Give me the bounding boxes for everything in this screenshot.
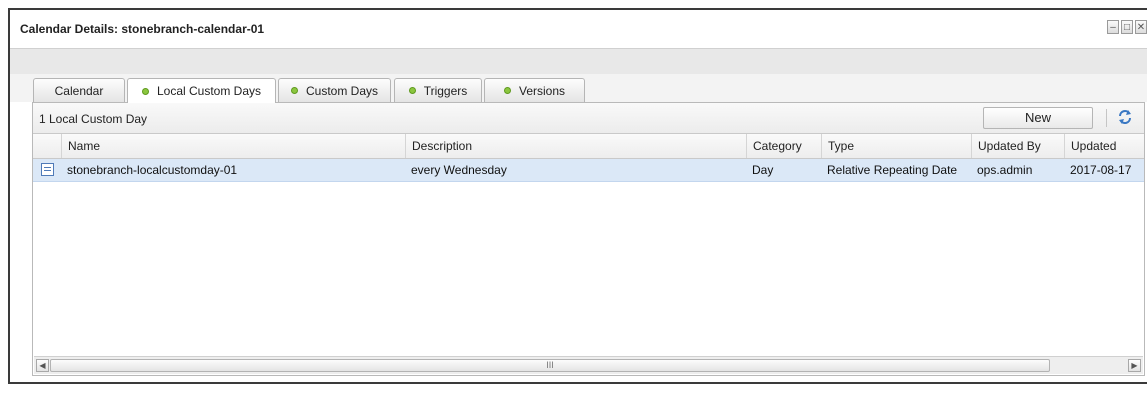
new-button[interactable]: New bbox=[983, 107, 1093, 129]
scrollbar-thumb[interactable]: III bbox=[50, 359, 1050, 372]
table-header: Name Description Category Type Updated B… bbox=[33, 134, 1144, 159]
status-dot-icon bbox=[290, 87, 298, 94]
column-header-description[interactable]: Description bbox=[405, 134, 746, 158]
tab-local-custom-days[interactable]: Local Custom Days bbox=[127, 78, 276, 103]
scrollbar-grip: III bbox=[546, 360, 554, 370]
status-dot-icon bbox=[141, 87, 149, 95]
cell-updated: 2017-08-17 bbox=[1070, 163, 1132, 177]
toolbar-strip bbox=[10, 48, 1147, 75]
tab-versions[interactable]: Versions bbox=[484, 78, 585, 102]
column-header-category[interactable]: Category bbox=[746, 134, 821, 158]
custom-day-icon bbox=[41, 163, 54, 176]
toolbar-divider bbox=[1106, 109, 1107, 127]
cell-description: every Wednesday bbox=[411, 163, 507, 177]
tab-custom-days[interactable]: Custom Days bbox=[278, 78, 391, 102]
tab-label: Triggers bbox=[423, 83, 468, 98]
refresh-icon[interactable] bbox=[1116, 108, 1134, 126]
cell-type: Relative Repeating Date bbox=[827, 163, 958, 177]
status-dot-icon bbox=[503, 87, 511, 94]
tab-triggers[interactable]: Triggers bbox=[394, 78, 482, 102]
record-count: 1 Local Custom Day bbox=[39, 112, 148, 126]
cell-updated-by: ops.admin bbox=[977, 163, 1033, 177]
close-button[interactable]: ✕ bbox=[1135, 20, 1147, 34]
tab-label: Calendar bbox=[54, 83, 104, 98]
panel-header: 1 Local Custom Day New bbox=[33, 103, 1144, 134]
tab-label: Custom Days bbox=[305, 83, 379, 98]
column-header-type[interactable]: Type bbox=[821, 134, 971, 158]
tab-calendar[interactable]: Calendar bbox=[33, 78, 125, 102]
scroll-right-arrow-icon[interactable]: ▶ bbox=[1128, 359, 1141, 372]
cell-name: stonebranch-localcustomday-01 bbox=[67, 163, 238, 177]
local-custom-days-panel: 1 Local Custom Day New Name Description … bbox=[32, 102, 1145, 376]
tab-bar: Calendar Local Custom Days Custom Days T… bbox=[10, 74, 1147, 103]
window-controls: – □ ✕ bbox=[1107, 20, 1147, 34]
title-bar: Calendar Details: stonebranch-calendar-0… bbox=[10, 10, 1147, 48]
table-row[interactable]: stonebranch-localcustomday-01 every Wedn… bbox=[33, 159, 1144, 182]
cell-category: Day bbox=[752, 163, 774, 177]
minimize-button[interactable]: – bbox=[1107, 20, 1119, 34]
column-header-name[interactable]: Name bbox=[61, 134, 405, 158]
column-header-updated[interactable]: Updated bbox=[1064, 134, 1146, 158]
tab-label: Local Custom Days bbox=[156, 84, 262, 98]
maximize-button[interactable]: □ bbox=[1121, 20, 1133, 34]
window-title: Calendar Details: stonebranch-calendar-0… bbox=[20, 22, 265, 36]
status-dot-icon bbox=[408, 87, 416, 94]
horizontal-scrollbar[interactable]: ◀ III ▶ bbox=[34, 356, 1143, 374]
scroll-left-arrow-icon[interactable]: ◀ bbox=[36, 359, 49, 372]
tab-label: Versions bbox=[518, 83, 566, 98]
column-header-updated-by[interactable]: Updated By bbox=[971, 134, 1064, 158]
